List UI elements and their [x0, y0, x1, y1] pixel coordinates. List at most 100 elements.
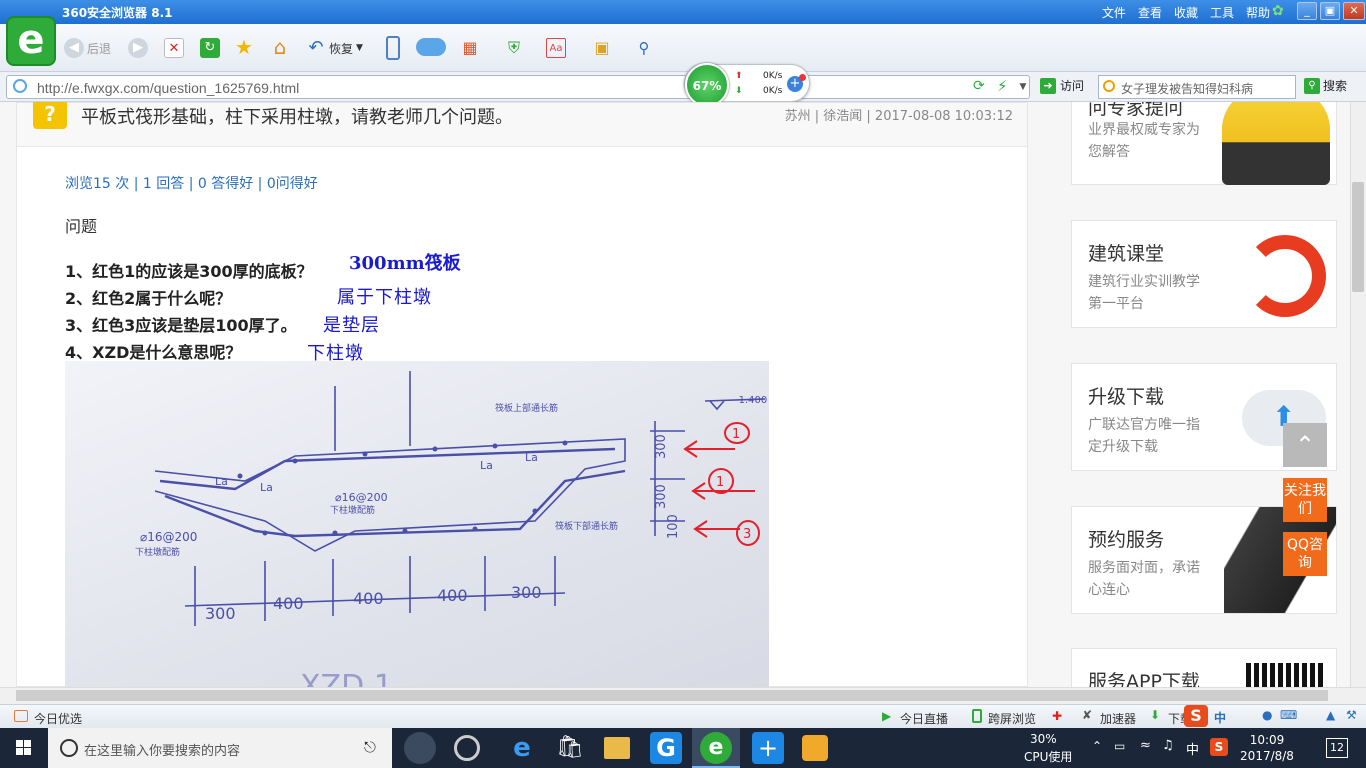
clock[interactable]: 10:09 2017/8/8	[1236, 732, 1298, 764]
shield-icon[interactable]: ⛨	[504, 38, 524, 58]
visit-button[interactable]: ➜ 访问	[1040, 77, 1084, 94]
la-label-4: La	[525, 451, 538, 464]
back-to-top-button[interactable]: ⌃	[1283, 423, 1327, 467]
skin-icon[interactable]: ✿	[1272, 3, 1284, 19]
mic-icon[interactable]: ●	[1262, 708, 1272, 722]
site-icon	[13, 79, 27, 93]
xzd-label: XZD 1	[300, 669, 393, 687]
today-picks-link[interactable]: 今日优选	[34, 710, 82, 727]
keyboard-icon[interactable]: ⌨	[1280, 708, 1297, 722]
app-browser-2-icon[interactable]	[454, 735, 480, 761]
card-title: 服务APP下载	[1088, 671, 1200, 687]
glodon-app-icon[interactable]: G	[650, 732, 682, 764]
url-field[interactable]: http://e.fwxgx.com/question_1625769.html…	[6, 75, 1030, 99]
menu-favorites[interactable]: 收藏	[1174, 4, 1198, 21]
refresh-icon[interactable]: ↻	[200, 38, 220, 58]
menu-help[interactable]: 帮助	[1246, 4, 1270, 21]
rebar-spec-label: ⌀16@200	[335, 491, 388, 504]
ime-mode[interactable]: 中	[1214, 709, 1226, 726]
favorite-star-icon[interactable]: ★	[234, 37, 254, 57]
restore-button[interactable]: ↶ 恢复 ▼	[306, 36, 362, 60]
question-line-3: 3、红色3应该是垫层100厚了。	[65, 316, 297, 335]
horizontal-scroll-thumb[interactable]	[16, 690, 1328, 701]
sogou-ime-icon[interactable]: S	[1184, 705, 1208, 727]
lightning-icon[interactable]: ⚡	[997, 77, 1008, 95]
url-text[interactable]: http://e.fwxgx.com/question_1625769.html	[37, 80, 299, 96]
battery-icon[interactable]: ▭	[1114, 739, 1125, 753]
dim-bottom-1: 300	[205, 604, 236, 623]
app-download-card[interactable]: 服务APP下载	[1071, 648, 1337, 687]
sogou-tray-icon[interactable]: S	[1210, 738, 1228, 756]
live-link[interactable]: 今日直播	[900, 710, 948, 727]
alert-dot-icon	[799, 74, 806, 81]
cross-screen-link[interactable]: 跨屏浏览	[988, 710, 1036, 727]
file-explorer-icon[interactable]	[604, 737, 630, 759]
apps-icon[interactable]: ▦	[460, 38, 480, 58]
wrench-icon[interactable]: ⚒	[1346, 708, 1357, 722]
expert-card[interactable]: 问专家提问 业界最权威专家为您解答	[1071, 102, 1337, 185]
taskbar-ime[interactable]: 中	[1186, 739, 1199, 758]
accelerator-icon: ✘	[1082, 708, 1093, 722]
accelerator-link[interactable]: 加速器	[1100, 710, 1136, 727]
dim-bottom-5: 300	[511, 583, 542, 602]
search-button[interactable]: ⚲ 搜索	[1304, 77, 1347, 94]
wifi-icon[interactable]: ≈	[1140, 738, 1151, 753]
app-plus-icon[interactable]: +	[752, 732, 784, 764]
back-label: 后退	[87, 41, 112, 56]
menu-file[interactable]: 文件	[1102, 4, 1126, 21]
forward-icon[interactable]: ▶	[128, 38, 148, 58]
stop-icon[interactable]: ✕	[164, 38, 184, 58]
search-icon: ⚲	[1304, 77, 1320, 94]
url-dropdown-icon[interactable]: ▼	[1017, 78, 1029, 96]
vertical-scroll-thumb[interactable]	[1352, 182, 1364, 292]
follow-us-button[interactable]: 关注我们	[1283, 478, 1327, 522]
zoom-icon[interactable]: ⚲	[634, 38, 654, 58]
question-stats[interactable]: 浏览15 次 | 1 回答 | 0 答得好 | 0问得好	[65, 173, 318, 193]
card-title: 预约服务	[1088, 529, 1165, 551]
back-button[interactable]: ◀ 后退	[64, 36, 111, 60]
clock-time: 10:09	[1249, 733, 1285, 747]
speed-widget[interactable]: 67% ⬆ 0K/s ⬇ 0K/s +	[684, 63, 810, 107]
taskbar-search[interactable]: 在这里输入你要搜索的内容 ⎋	[48, 728, 392, 768]
qq-consult-button[interactable]: QQ咨询	[1283, 532, 1327, 576]
menu-view[interactable]: 查看	[1138, 4, 1162, 21]
translate-icon[interactable]: Aa	[546, 38, 566, 58]
browser-logo[interactable]: e	[6, 16, 56, 66]
red-mark-3: 3	[743, 527, 751, 542]
classroom-card[interactable]: 建筑课堂 建筑行业实训教学第一平台	[1071, 220, 1337, 328]
minimize-button[interactable]: _	[1297, 2, 1317, 20]
page-content: ? 平板式筏形基础，柱下采用柱墩，请教老师几个问题。 苏州 | 徐浩闻 | 20…	[0, 102, 1350, 687]
tray-expand-icon[interactable]: ⌃	[1092, 739, 1102, 753]
windows-logo-icon	[16, 740, 23, 747]
phone-icon[interactable]	[386, 36, 400, 60]
red-mark-2: 1	[716, 475, 724, 490]
edge-icon[interactable]: e	[506, 732, 538, 764]
speed-mode-icon[interactable]: ⟳	[973, 78, 985, 94]
app-pinwheel-icon[interactable]	[404, 732, 436, 764]
cross-screen-icon	[972, 709, 982, 723]
notification-badge[interactable]: 12	[1326, 738, 1348, 758]
maximize-button[interactable]: ▣	[1320, 2, 1340, 20]
start-button[interactable]	[0, 728, 48, 768]
drawing-photo[interactable]: -1.400 筏板上部通长筋 筏板下部通长筋 ⌀16@200 下柱墩配筋 ⌀16…	[65, 361, 769, 687]
download-speed: 0K/s	[763, 86, 783, 96]
drawing-svg: -1.400 筏板上部通长筋 筏板下部通长筋 ⌀16@200 下柱墩配筋 ⌀16…	[135, 371, 767, 687]
taskbar: 在这里输入你要搜索的内容 ⎋ e 🛍 G e + 30% CPU使用 ⌃ ▭ ≈…	[0, 728, 1366, 768]
notes-app-icon[interactable]	[802, 735, 828, 761]
shirt-icon[interactable]: ▲	[1326, 708, 1335, 722]
bottom-rebar-label: 筏板下部通长筋	[555, 520, 618, 532]
store-icon[interactable]: 🛍	[554, 732, 586, 764]
menu-tools[interactable]: 工具	[1210, 4, 1234, 21]
classroom-logo-icon	[1244, 235, 1326, 317]
card-title: 建筑课堂	[1088, 243, 1165, 265]
cloud-icon[interactable]	[416, 38, 446, 56]
screenshot-icon[interactable]: ▣	[592, 38, 612, 58]
close-button[interactable]: ✕	[1343, 2, 1365, 20]
browser-360-task-icon[interactable]: e	[700, 732, 732, 764]
volume-icon[interactable]: ♫	[1162, 738, 1174, 753]
mic-search-icon[interactable]: ⎋	[364, 738, 376, 756]
home-icon[interactable]: ⌂	[270, 37, 290, 57]
search-input[interactable]: 女子理发被告知得妇科病	[1098, 75, 1296, 99]
dim-bottom-3: 400	[353, 589, 384, 608]
card-title: 问专家提问	[1088, 102, 1184, 119]
